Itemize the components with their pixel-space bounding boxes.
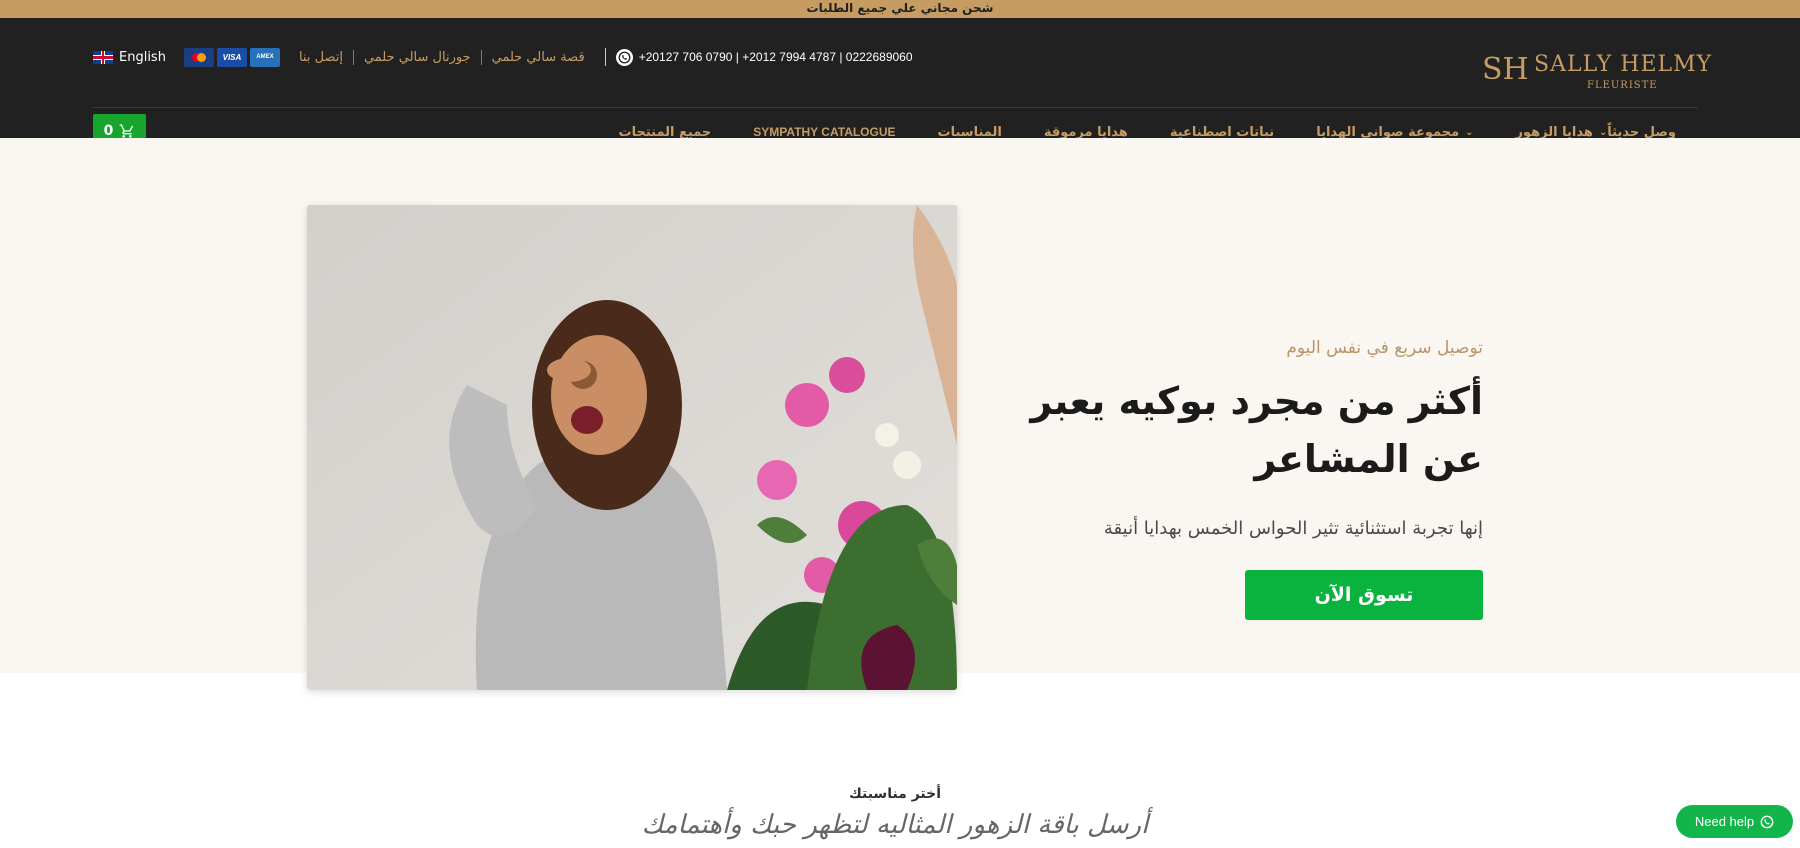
chevron-down-icon: ⌄ (1598, 126, 1608, 138)
language-label: English (119, 49, 166, 65)
logo-name: SALLY HELMY (1534, 52, 1713, 77)
hero-subtext: إنها تجربة استثنائية تثير الحواس الخمس ب… (1103, 518, 1483, 539)
contact-link[interactable]: إتصل بنا (289, 50, 353, 65)
section-title: أرسل باقة الزهور المثاليه لتظهر حبك وأهت… (641, 810, 1149, 840)
chevron-down-icon: ⌄ (1465, 126, 1474, 138)
site-header: English VISA AMEX إتصل بنا جورنال سالي ح… (0, 18, 1800, 147)
shop-now-button[interactable]: تسوق الآن (1245, 570, 1483, 620)
hero-section: توصيل سريع في نفس اليوم أكثر من مجرد بوك… (0, 138, 1800, 690)
cart-count: 0 (103, 122, 114, 139)
visa-icon: VISA (216, 47, 247, 67)
whatsapp-icon (615, 48, 633, 66)
announcement-bar: شحن مجاني علي جميع الطلبات (0, 0, 1800, 18)
phone-text: +20127 706 0790 | +2012 7994 4787 | 0222… (638, 50, 913, 64)
need-help-button[interactable]: Need help (1676, 805, 1793, 838)
journal-link[interactable]: جورنال سالي حلمي (352, 49, 481, 65)
nav-sympathy-catalogue[interactable]: SYMPATHY CATALOGUE (753, 125, 895, 139)
hero-text: توصيل سريع في نفس اليوم أكثر من مجرد بوك… (963, 338, 1483, 539)
phone-numbers[interactable]: +20127 706 0790 | +2012 7994 4787 | 0222… (615, 48, 913, 66)
need-help-label: Need help (1694, 814, 1755, 829)
hero-image (307, 205, 957, 690)
divider (604, 48, 606, 66)
logo-mark: SH (1482, 52, 1529, 87)
hero-kicker: توصيل سريع في نفس اليوم (1286, 338, 1483, 358)
utility-bar: English VISA AMEX إتصل بنا جورنال سالي ح… (93, 46, 913, 68)
language-switcher[interactable]: English (93, 50, 166, 65)
hero-headline: أكثر من مجرد بوكيه يعبر عن المشاعر (1030, 379, 1483, 481)
header-divider (93, 107, 1698, 108)
mastercard-icon (183, 47, 214, 67)
section-label: أختر مناسبتك (848, 786, 942, 802)
uk-flag-icon (93, 50, 113, 64)
story-link[interactable]: قصة سالي حلمي (480, 49, 595, 65)
cart-icon (120, 123, 134, 138)
amex-icon: AMEX (249, 47, 280, 67)
brand-logo[interactable]: SH SALLY HELMY FLEURISTE (1482, 50, 1711, 94)
whatsapp-icon (1760, 815, 1774, 828)
logo-subtitle: FLEURISTE (1587, 80, 1658, 91)
